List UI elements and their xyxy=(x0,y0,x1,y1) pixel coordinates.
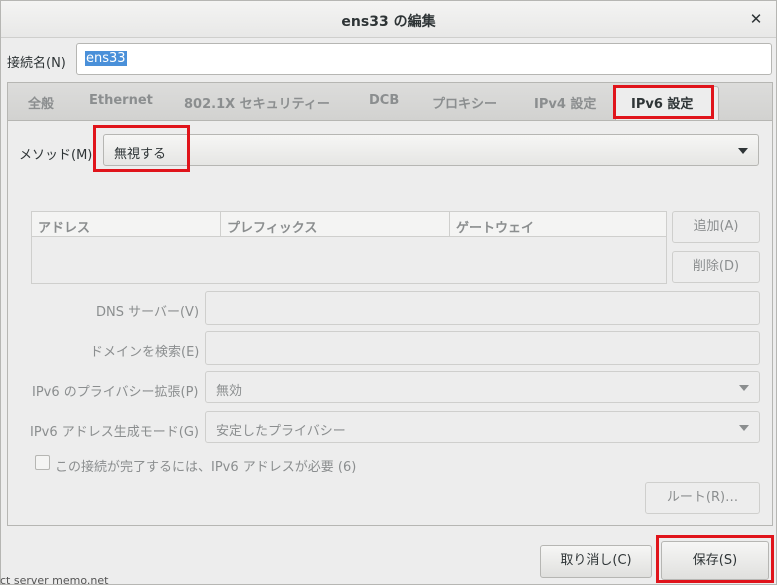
address-generation-mode-label: IPv6 アドレス生成モード(G) xyxy=(30,425,199,440)
tab-proxy[interactable]: プロキシー xyxy=(432,93,497,112)
tab-dcb[interactable]: DCB xyxy=(369,93,399,108)
dns-servers-label: DNS サーバー(V) xyxy=(96,305,200,320)
cancel-button[interactable]: 取り消し(C) xyxy=(540,545,652,578)
close-icon[interactable]: ✕ xyxy=(744,7,768,31)
ipv6-required-label: この接続が完了するには、IPv6 アドレスが必要 (6) xyxy=(55,460,357,475)
column-header-address: アドレス xyxy=(32,212,221,237)
tab-ipv4-settings[interactable]: IPv4 設定 xyxy=(534,93,596,112)
method-dropdown[interactable]: 無視する xyxy=(103,134,759,166)
privacy-extensions-dropdown[interactable]: 無効 xyxy=(205,371,760,403)
chevron-down-icon xyxy=(739,385,749,391)
tab-general[interactable]: 全般 xyxy=(28,93,54,112)
add-address-button[interactable]: 追加(A) xyxy=(672,211,760,243)
column-header-gateway: ゲートウェイ xyxy=(450,212,666,237)
connection-name-label: 接続名(N) xyxy=(7,56,66,71)
privacy-extensions-value: 無効 xyxy=(216,384,243,399)
save-button[interactable]: 保存(S) xyxy=(661,541,769,580)
background-window-text: ct server memo.net xyxy=(0,577,109,585)
chevron-down-icon xyxy=(738,148,748,154)
search-domains-input[interactable] xyxy=(205,331,760,365)
edit-connection-dialog: ens33 の編集 ✕ 接続名(N) ens33 全般 Ethernet 802… xyxy=(0,0,777,585)
column-header-prefix: プレフィックス xyxy=(221,212,450,237)
address-generation-mode-value: 安定したプライバシー xyxy=(216,424,346,439)
routes-button[interactable]: ルート(R)… xyxy=(645,482,760,514)
method-label: メソッド(M) xyxy=(19,148,93,163)
address-generation-mode-dropdown[interactable]: 安定したプライバシー xyxy=(205,411,760,443)
search-domains-label: ドメインを検索(E) xyxy=(90,345,200,360)
dns-servers-input[interactable] xyxy=(205,291,760,325)
connection-name-input[interactable]: ens33 xyxy=(76,43,772,75)
connection-name-value: ens33 xyxy=(85,51,127,66)
chevron-down-icon xyxy=(739,425,749,431)
method-value: 無視する xyxy=(114,147,167,162)
title-bar[interactable]: ens33 の編集 ✕ xyxy=(1,1,776,38)
tab-ethernet[interactable]: Ethernet xyxy=(89,93,153,108)
dialog-title: ens33 の編集 xyxy=(341,14,436,30)
tab-ipv6-settings[interactable]: IPv6 設定 xyxy=(631,93,693,112)
tab-8021x-security[interactable]: 802.1X セキュリティー xyxy=(184,93,330,112)
ipv6-required-checkbox[interactable] xyxy=(35,455,50,470)
address-table[interactable]: アドレス プレフィックス ゲートウェイ xyxy=(31,211,667,284)
ipv6-settings-panel: メソッド(M) 無視する アドレス プレフィックス ゲートウェイ 追加(A) 削… xyxy=(7,120,773,526)
tab-bar: 全般 Ethernet 802.1X セキュリティー DCB プロキシー IPv… xyxy=(7,82,773,121)
privacy-extensions-label: IPv6 のプライバシー拡張(P) xyxy=(32,385,199,400)
delete-address-button[interactable]: 削除(D) xyxy=(672,251,760,283)
